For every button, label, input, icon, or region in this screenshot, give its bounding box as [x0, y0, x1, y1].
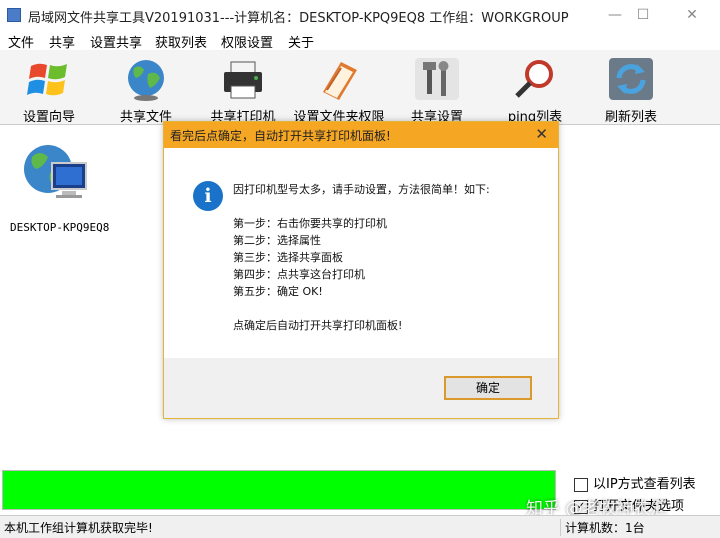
refresh-list-button[interactable]: 刷新列表 [600, 52, 662, 125]
window-title: 局域网文件共享工具V20191031---计算机名：DESKTOP-KPQ9EQ… [28, 11, 569, 26]
network-computer-icon [24, 145, 87, 198]
computer-item[interactable]: DESKTOP-KPQ9EQ8 [8, 135, 118, 235]
ok-button[interactable]: 确定 [444, 376, 532, 400]
menu-set-share[interactable]: 设置共享 [90, 32, 142, 51]
globe-icon [128, 60, 164, 101]
folder-permission-button[interactable]: 设置文件夹权限 [293, 52, 385, 125]
share-file-button[interactable]: 共享文件 [117, 52, 175, 125]
progress-bar [2, 470, 556, 510]
maximize-button[interactable]: ☐ [623, 4, 663, 26]
windows-logo-icon [27, 63, 67, 96]
refresh-icon [609, 58, 653, 100]
share-settings-button[interactable]: 共享设置 [406, 52, 468, 125]
title-bar: 局域网文件共享工具V20191031---计算机名：DESKTOP-KPQ9EQ… [0, 0, 720, 30]
printer-icon [224, 61, 262, 99]
dialog-message-outro: 点确定后自动打开共享打印机面板! [233, 319, 403, 332]
menu-share[interactable]: 共享 [49, 32, 75, 51]
dialog-step-3: 第三步：选择共享面板 [233, 251, 343, 264]
ip-view-checkbox-row[interactable]: 以IP方式查看列表 [574, 473, 696, 492]
ip-view-checkbox[interactable] [574, 477, 588, 492]
menu-permissions[interactable]: 权限设置 [221, 32, 273, 51]
menu-about[interactable]: 关于 [288, 32, 314, 51]
dialog-body: i 因打印机型号太多，请手动设置，方法很简单！如下: 第一步：右击你要共享的打印… [164, 148, 558, 358]
folder-book-icon [323, 62, 357, 100]
dialog-message-intro: 因打印机型号太多，请手动设置，方法很简单！如下: [233, 183, 490, 196]
dialog-close-icon[interactable]: ✕ [535, 125, 548, 143]
ip-view-label: 以IP方式查看列表 [593, 477, 696, 492]
dialog-step-2: 第二步：选择属性 [233, 234, 321, 247]
setup-wizard-button[interactable]: 设置向导 [18, 52, 80, 125]
dialog-step-4: 第四步：点共享这台打印机 [233, 268, 365, 281]
refresh-list-label: 刷新列表 [604, 110, 657, 125]
app-icon [7, 8, 21, 22]
menu-file[interactable]: 文件 [8, 32, 34, 51]
status-bar: 本机工作组计算机获取完毕! 计算机数：1台 [0, 515, 720, 538]
info-icon: i [193, 181, 223, 211]
status-message: 本机工作组计算机获取完毕! [4, 521, 153, 535]
computer-count: 计算机数：1台 [560, 519, 645, 536]
menu-bar: 文件 共享 设置共享 获取列表 权限设置 关于 [0, 30, 720, 51]
progress-fill [3, 471, 555, 509]
message-dialog: 看完后点确定，自动打开共享打印机面板! ✕ i 因打印机型号太多，请手动设置，方… [163, 121, 559, 419]
toolbar: 设置向导 共享文件 共享打印机 设置文件夹权限 共享设置 ping列表 刷新列表 [0, 50, 720, 125]
magnifier-icon [515, 60, 553, 98]
setup-wizard-label: 设置向导 [22, 110, 75, 125]
computer-name: DESKTOP-KPQ9EQ8 [10, 221, 110, 234]
ping-list-button[interactable]: ping列表 [508, 52, 562, 125]
dialog-title: 看完后点确定，自动打开共享打印机面板! [170, 129, 391, 143]
dialog-step-1: 第一步：右击你要共享的打印机 [233, 217, 387, 230]
share-printer-button[interactable]: 共享打印机 [210, 52, 276, 125]
menu-get-list[interactable]: 获取列表 [155, 32, 207, 51]
dialog-title-bar: 看完后点确定，自动打开共享打印机面板! ✕ [164, 122, 558, 148]
dialog-step-5: 第五步：确定 OK! [233, 285, 323, 298]
close-button[interactable]: ✕ [672, 4, 712, 26]
tools-icon [415, 58, 459, 100]
